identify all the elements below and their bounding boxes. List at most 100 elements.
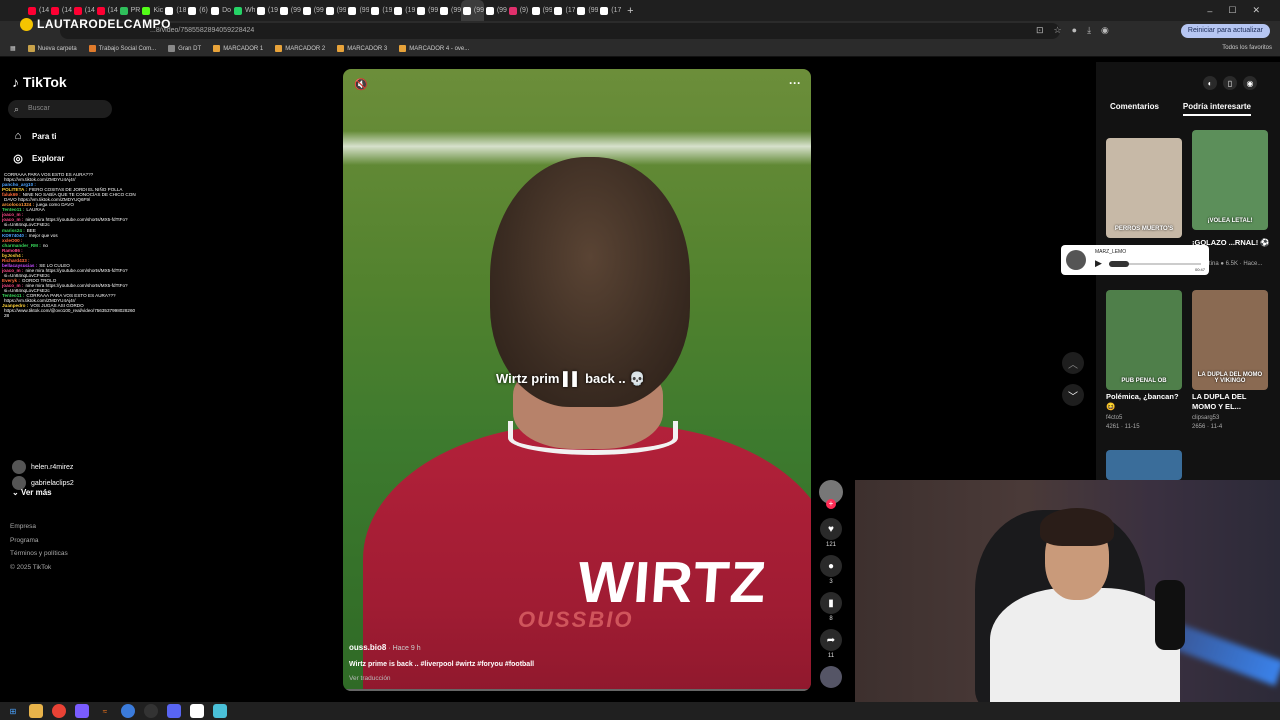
suggested-title[interactable]: Polémica, ¿bancan? 😆 bbox=[1106, 392, 1186, 412]
video-author[interactable]: ouss.bio8 bbox=[349, 643, 386, 652]
suggested-title[interactable]: LA DUPLA DEL MOMO Y EL... bbox=[1192, 392, 1272, 412]
file-explorer-icon[interactable] bbox=[29, 704, 43, 718]
see-more-button[interactable]: ⌄ Ver más bbox=[12, 488, 52, 497]
video-player[interactable]: WIRTZ OUSSBIO Wirtz prim ▌▌ back .. 💀 🔇 … bbox=[343, 69, 811, 691]
edge-icon[interactable] bbox=[121, 704, 135, 718]
footer-link[interactable]: Términos y políticas bbox=[10, 547, 68, 561]
bookmark-item[interactable]: Nueva carpeta bbox=[27, 45, 77, 52]
like-icon[interactable]: ♥ bbox=[820, 518, 842, 540]
url-field[interactable]: ...8/video/7585582894059228424 bbox=[60, 23, 1060, 39]
music-disc-icon[interactable] bbox=[820, 666, 842, 688]
tab-favicon-icon bbox=[417, 6, 426, 15]
suggested-thumb-partial[interactable] bbox=[1106, 450, 1182, 480]
search-input[interactable]: ⌕ Buscar bbox=[8, 100, 112, 118]
suggested-thumbnail[interactable]: PUB PENAL OB bbox=[1106, 290, 1182, 390]
browser-tab[interactable]: (17× bbox=[598, 0, 621, 21]
nav-explore[interactable]: ◎ Explorar bbox=[12, 152, 64, 165]
browser-tab[interactable]: (99× bbox=[301, 0, 324, 21]
bookmark-item[interactable]: MARCADOR 2 bbox=[275, 45, 325, 52]
play-icon[interactable]: ▶ bbox=[1095, 258, 1102, 269]
browser-tab[interactable]: (99× bbox=[575, 0, 598, 21]
close-window-button[interactable]: ✕ bbox=[1252, 5, 1260, 16]
browser-tab[interactable]: (9)× bbox=[507, 0, 530, 21]
footer-link[interactable]: Programa bbox=[10, 534, 68, 548]
browser-tab[interactable]: Wh× bbox=[232, 0, 255, 21]
tab-label: (99 bbox=[290, 7, 301, 14]
install-icon[interactable]: ⊡ bbox=[1036, 25, 1044, 36]
browser-tab[interactable]: Do× bbox=[209, 0, 232, 21]
windows-start-icon[interactable]: ⊞ bbox=[6, 704, 20, 718]
utility-app-icon[interactable] bbox=[213, 704, 227, 718]
download-icon[interactable]: ⤓ bbox=[1087, 25, 1091, 36]
footer-link[interactable]: Empresa bbox=[10, 520, 68, 534]
tiktok-logo[interactable]: ♪ TikTok bbox=[12, 74, 67, 90]
reinit-update-button[interactable]: Reiniciar para actualizar bbox=[1180, 24, 1270, 38]
tiktok-app-icon[interactable] bbox=[190, 704, 204, 718]
browser-tab[interactable]: (99× bbox=[324, 0, 346, 21]
comment-icon[interactable]: ● bbox=[820, 555, 842, 577]
previous-video-chevron-up-icon[interactable]: ︿ bbox=[1062, 352, 1084, 374]
video-info: ouss.bio8 · Hace 9 h Wirtz prime is back… bbox=[349, 643, 534, 682]
stream-overlay-logo: LAUTARODELCAMPO bbox=[20, 17, 171, 31]
audio-name: MARZ_LEMO bbox=[1095, 249, 1127, 255]
browser-tab[interactable]: (99× bbox=[438, 0, 461, 21]
app-icon[interactable] bbox=[75, 704, 89, 718]
obs-icon[interactable] bbox=[144, 704, 158, 718]
tab-label: (99 bbox=[313, 7, 324, 14]
bookmark-icon[interactable]: ▮ bbox=[820, 592, 842, 614]
audio-progress[interactable] bbox=[1109, 261, 1201, 267]
bookmark-item[interactable]: MARCADOR 1 bbox=[213, 45, 263, 52]
bookmark-item[interactable]: Gran DT bbox=[168, 45, 201, 52]
following-item[interactable]: helen.r4mirez bbox=[12, 460, 74, 474]
creator-avatar[interactable]: + bbox=[819, 480, 843, 509]
chrome-icon[interactable] bbox=[52, 704, 66, 718]
extension-icon[interactable]: ● bbox=[1072, 25, 1077, 36]
browser-tab[interactable]: (99× bbox=[415, 0, 438, 21]
share-icon[interactable]: ➦ bbox=[820, 629, 842, 651]
follow-plus-icon[interactable]: + bbox=[826, 499, 836, 509]
browser-tab[interactable]: (19× bbox=[369, 0, 392, 21]
browser-tab[interactable]: (19× bbox=[392, 0, 415, 21]
tab-favicon-icon bbox=[508, 6, 517, 15]
nav-for-you[interactable]: ⌂ Para ti bbox=[12, 130, 57, 142]
tab-label: (19 bbox=[405, 7, 416, 14]
suggested-thumbnail[interactable]: ¡VOLEA LETAL! bbox=[1192, 130, 1268, 230]
coins-icon[interactable]: ◐ bbox=[1203, 76, 1217, 90]
minimize-button[interactable]: – bbox=[1207, 6, 1212, 16]
tab-favicon-icon bbox=[142, 6, 151, 15]
all-bookmarks[interactable]: Todos los favoritos bbox=[1222, 45, 1272, 51]
tab-suggested[interactable]: Podría interesarte bbox=[1182, 102, 1251, 116]
streamer-webcam bbox=[855, 480, 1280, 702]
star-icon[interactable]: ☆ bbox=[1054, 25, 1062, 36]
next-video-chevron-down-icon[interactable]: ﹀ bbox=[1062, 384, 1084, 406]
browser-tab[interactable]: (99× bbox=[346, 0, 369, 21]
more-options-icon[interactable]: ··· bbox=[789, 76, 801, 90]
profile-icon[interactable]: ◉ bbox=[1101, 25, 1109, 36]
window-controls: – ☐ ✕ bbox=[1207, 0, 1280, 21]
audio-player-popup[interactable]: MARZ_LEMO ▶ 00:47 bbox=[1061, 245, 1209, 275]
sound-app-icon[interactable]: ≈ bbox=[98, 704, 112, 718]
suggested-thumbnail[interactable]: PERROS MUERTO'S bbox=[1106, 138, 1182, 238]
browser-tab[interactable]: (19× bbox=[255, 0, 278, 21]
browser-tab[interactable]: (99× bbox=[460, 0, 484, 21]
apps-icon[interactable]: ▦ bbox=[10, 45, 16, 52]
translate-link[interactable]: Ver traducción bbox=[349, 675, 534, 682]
maximize-button[interactable]: ☐ bbox=[1228, 5, 1236, 16]
new-tab-button[interactable]: + bbox=[627, 5, 633, 17]
user-avatar[interactable]: ◉ bbox=[1243, 76, 1257, 90]
bookmark-item[interactable]: Trabajo Social Com... bbox=[88, 45, 156, 52]
bookmark-item[interactable]: MARCADOR 3 bbox=[337, 45, 387, 52]
mute-icon[interactable]: 🔇 bbox=[354, 78, 368, 91]
browser-tab[interactable]: (99× bbox=[278, 0, 301, 21]
browser-tab[interactable]: (6)× bbox=[186, 0, 209, 21]
device-icon[interactable]: ▯ bbox=[1223, 76, 1237, 90]
browser-tab[interactable]: (99× bbox=[530, 0, 552, 21]
browser-tab[interactable]: (17× bbox=[552, 0, 575, 21]
discord-icon[interactable] bbox=[167, 704, 181, 718]
bookmark-item[interactable]: MARCADOR 4 - ove... bbox=[399, 45, 469, 52]
bookmark-label: Gran DT bbox=[178, 45, 202, 52]
browser-tab[interactable]: (99× bbox=[484, 0, 507, 21]
video-progress-bar[interactable] bbox=[343, 689, 811, 691]
tab-comments[interactable]: Comentarios bbox=[1110, 102, 1159, 116]
suggested-thumbnail[interactable]: LA DUPLA DEL MOMO Y VIKINGO bbox=[1192, 290, 1268, 390]
